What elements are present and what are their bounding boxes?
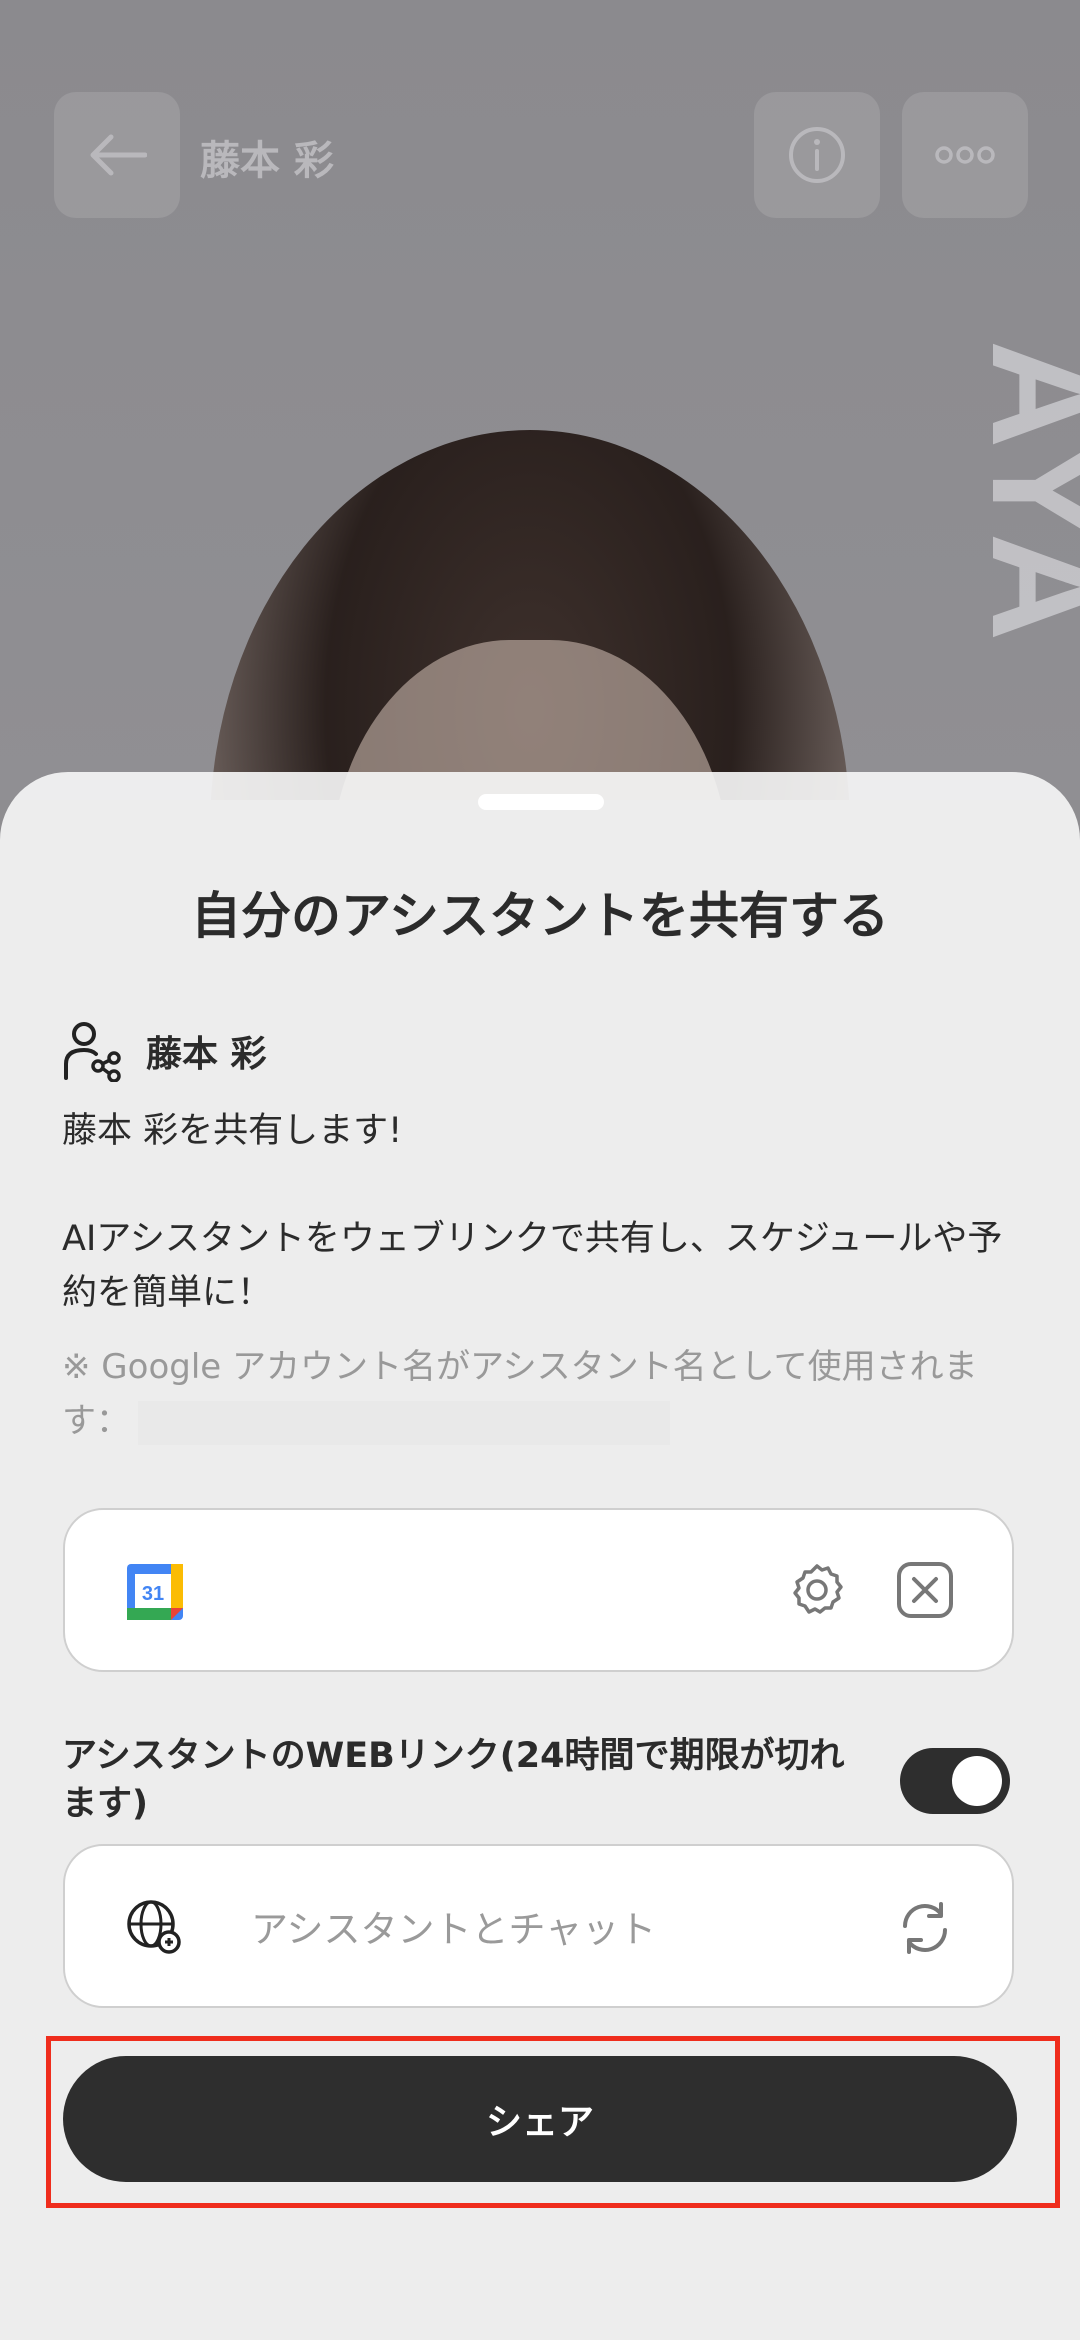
share-message: 藤本 彩を共有します! [62,1111,403,1151]
web-link-label: アシスタントのWEBリンク(24時間で期限が切れます) [62,1736,845,1824]
sheet-drag-handle[interactable] [478,794,604,810]
top-bar: 藤本 彩 [0,92,1080,218]
share-description: AIアシスタントをウェブリンクで共有し、スケジュールや予約を簡単に！ [62,1219,1003,1313]
account-name-note: ※ Google アカウント名がアシスタント名として使用されます： [62,1340,1022,1448]
info-icon [789,127,845,183]
more-button[interactable] [902,92,1028,218]
owner-row: 藤本 彩 [62,1018,267,1084]
share-button[interactable]: シェア [63,2056,1017,2182]
owner-name: 藤本 彩 [146,1034,267,1075]
arrow-left-icon [90,134,147,176]
calendar-integration-card: 31 [63,1508,1014,1672]
info-button[interactable] [754,92,880,218]
refresh-icon[interactable] [895,1898,955,1958]
web-link-toggle[interactable] [900,1748,1010,1814]
more-dots-icon [935,146,995,164]
globe-link-icon [127,1900,181,1954]
toggle-knob [952,1756,1002,1806]
brand-vertical-text: AYA [961,340,1080,648]
sheet-title: 自分のアシスタントを共有する [191,887,889,945]
web-link-card [63,1844,1014,2008]
web-link-chat-input[interactable] [249,1896,773,1962]
remove-integration-icon[interactable] [895,1560,955,1620]
settings-gear-icon[interactable] [787,1560,847,1620]
google-calendar-icon: 31 [127,1564,183,1620]
redacted-account-name [138,1400,670,1445]
page-title: 藤本 彩 [200,138,334,184]
share-person-icon [64,1022,121,1082]
calendar-badge-text: 31 [142,1583,164,1605]
back-button[interactable] [54,92,180,218]
share-bottom-sheet: 自分のアシスタントを共有する 藤本 彩 藤本 彩を共有します! AIアシスタント… [0,772,1080,2340]
